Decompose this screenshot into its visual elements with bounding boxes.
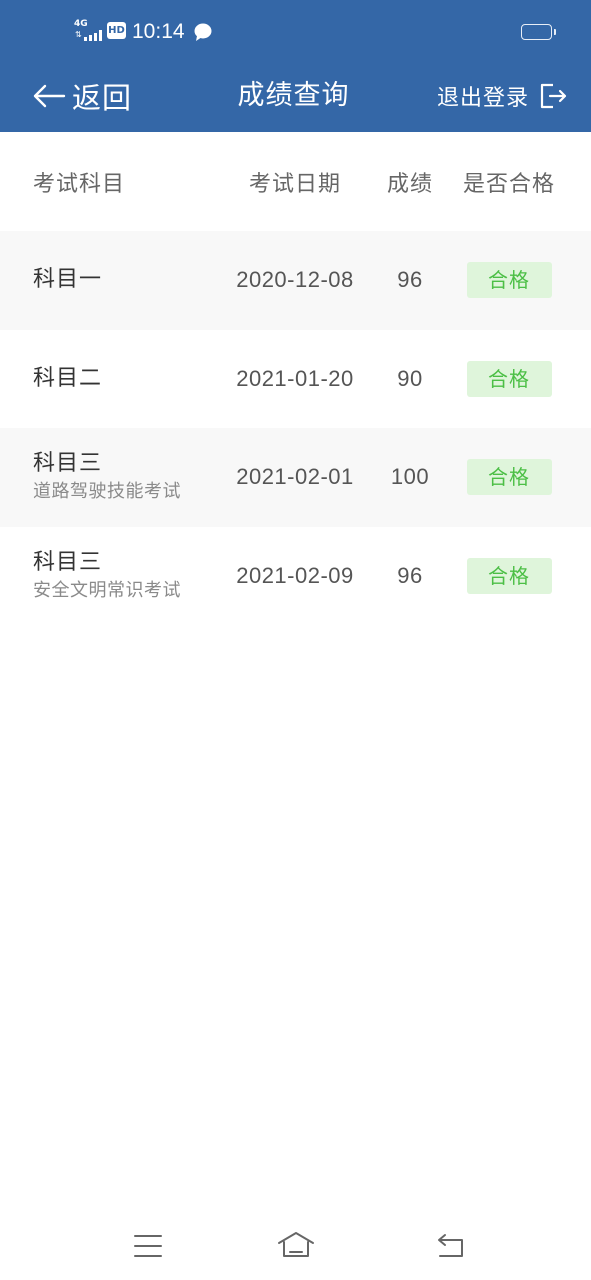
table-row[interactable]: 科目三 安全文明常识考试 2021-02-09 96 合格: [0, 527, 591, 626]
subject-subtitle: 道路驾驶技能考试: [33, 481, 181, 503]
subject-subtitle: 安全文明常识考试: [33, 579, 181, 601]
exam-date: 2021-02-01: [236, 464, 354, 490]
table-row[interactable]: 科目三 道路驾驶技能考试 2021-02-01 100 合格: [0, 428, 591, 527]
table-row[interactable]: 科目一 2020-12-08 96 合格: [0, 231, 591, 330]
back-icon: [438, 1234, 463, 1257]
status-time: 10:14: [132, 20, 185, 43]
subject-name: 科目三: [33, 451, 103, 477]
table-header: 考试科目 考试日期 成绩 是否合格: [0, 132, 591, 231]
arrow-left-icon: [33, 84, 66, 108]
logout-icon: [540, 83, 567, 109]
system-back-button[interactable]: [430, 1228, 470, 1264]
pass-badge: 合格: [466, 459, 552, 496]
column-header-score: 成绩: [386, 171, 433, 197]
score-table: 考试科目 考试日期 成绩 是否合格 科目一 2020-12-08 96 合格 科…: [0, 132, 591, 625]
pass-badge: 合格: [466, 557, 552, 594]
subject-name: 科目三: [33, 549, 103, 575]
subject-name: 科目一: [33, 267, 103, 293]
exam-date: 2020-12-08: [236, 267, 354, 293]
home-button[interactable]: [276, 1228, 316, 1264]
battery-icon: 82: [521, 24, 556, 40]
subject-name: 科目二: [33, 365, 103, 391]
battery-level: 82: [530, 26, 542, 37]
hd-icon: HD: [107, 22, 126, 39]
column-header-date: 考试日期: [248, 171, 341, 197]
table-row[interactable]: 科目二 2021-01-20 90 合格: [0, 330, 591, 429]
pass-badge: 合格: [466, 360, 552, 397]
message-bubble-icon: [194, 23, 212, 41]
home-icon: [278, 1232, 314, 1257]
exam-date: 2021-01-20: [236, 365, 354, 391]
menu-button[interactable]: [128, 1228, 168, 1264]
exam-score: 96: [397, 267, 423, 293]
back-button[interactable]: 返回: [32, 78, 133, 115]
network-type: 4G: [74, 19, 88, 29]
signal-icon: 4G ⇅: [74, 20, 104, 42]
app-header: 4G ⇅ HD 10:14 82 返回 成绩查询 退出登录: [0, 0, 591, 132]
exam-date: 2021-02-09: [236, 562, 354, 588]
logout-button[interactable]: 退出登录: [437, 78, 567, 114]
exam-score: 96: [397, 562, 423, 588]
column-header-pass: 是否合格: [462, 171, 555, 197]
status-bar: 4G ⇅ HD 10:14 82: [0, 0, 591, 64]
back-label: 返回: [72, 81, 133, 115]
logout-label: 退出登录: [436, 86, 529, 111]
system-navigation-bar: [0, 1218, 591, 1274]
exam-score: 100: [390, 464, 430, 490]
column-header-subject: 考试科目: [33, 171, 126, 197]
pass-badge: 合格: [466, 262, 552, 299]
exam-score: 90: [397, 365, 423, 391]
navigation-bar: 返回 成绩查询 退出登录: [0, 64, 591, 132]
menu-icon: [134, 1235, 162, 1257]
